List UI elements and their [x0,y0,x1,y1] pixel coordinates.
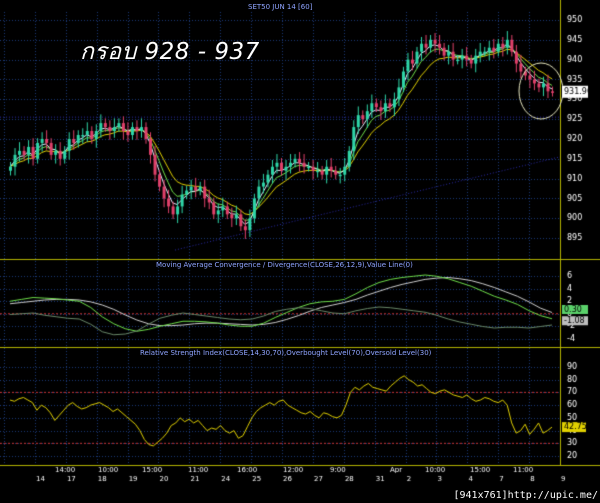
chart-canvas [0,0,600,503]
chart-title: SET50 JUN 14 [60] [248,3,313,11]
range-annotation: กรอบ 928 - 937 [80,39,260,65]
rsi-title: Relative Strength Index(CLOSE,14,30,70),… [140,349,432,357]
macd-title: Moving Average Convergence / Divergence(… [156,261,413,269]
watermark: [941x761]http://upic.me/ [453,490,599,501]
